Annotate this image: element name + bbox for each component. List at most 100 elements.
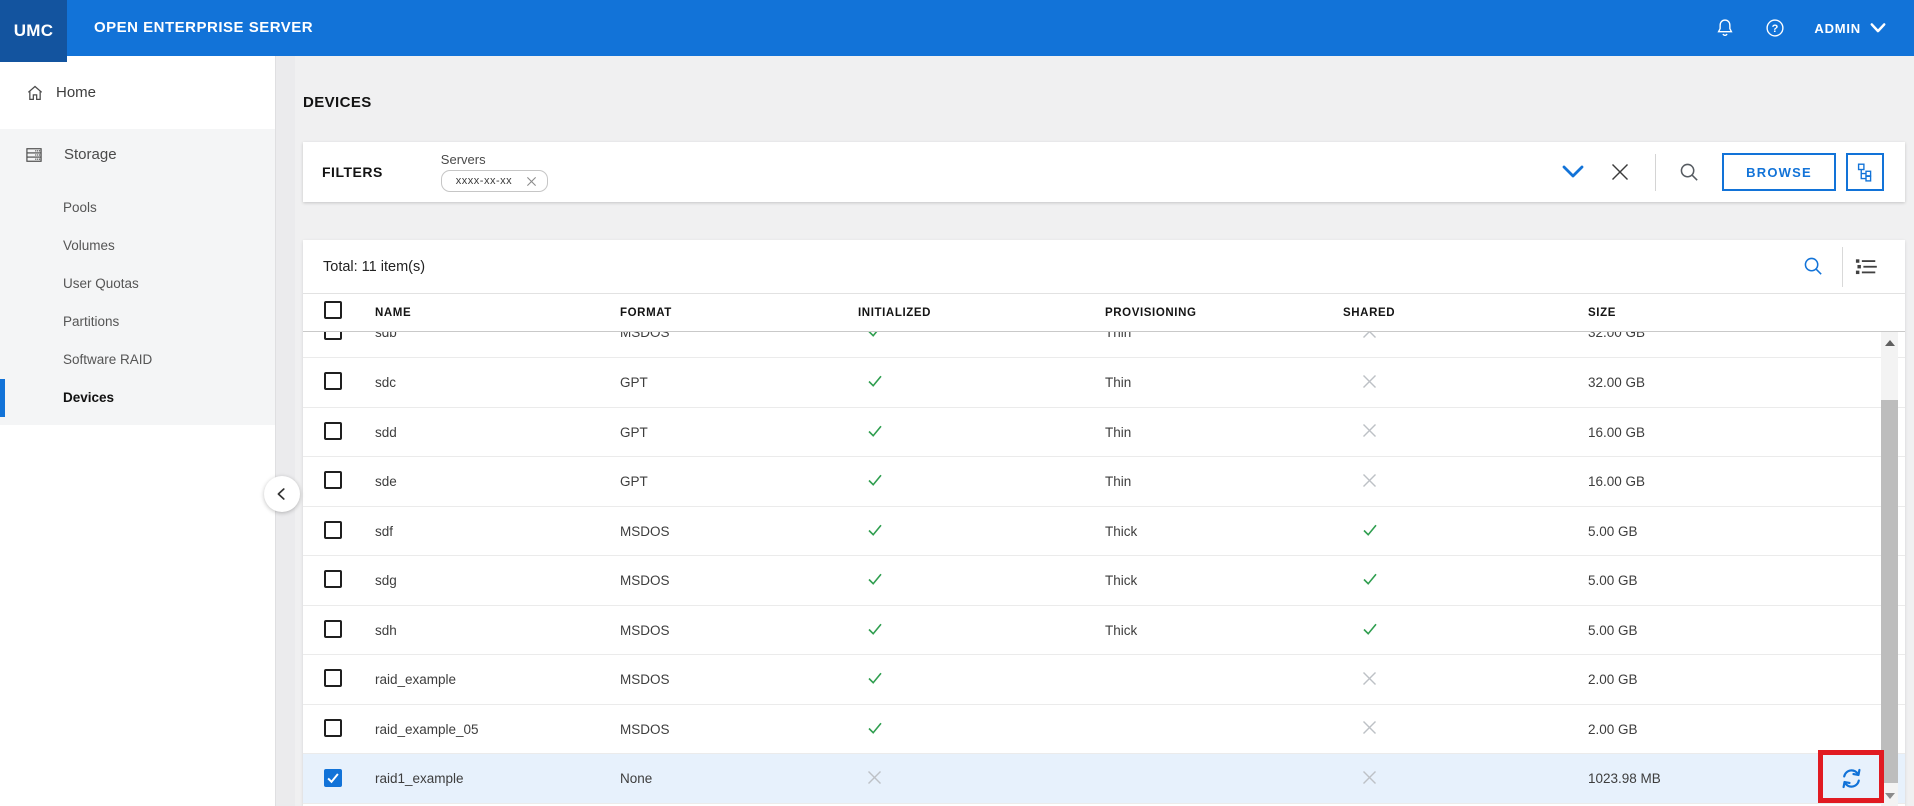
cell-provisioning: Thin bbox=[1105, 332, 1343, 340]
table-scrollbar[interactable] bbox=[1881, 332, 1898, 806]
cell-provisioning: Thin bbox=[1105, 474, 1343, 489]
cell-shared bbox=[1343, 421, 1588, 443]
check-icon bbox=[865, 718, 885, 738]
column-header-initialized[interactable]: INITIALIZED bbox=[858, 307, 1105, 319]
row-checkbox[interactable] bbox=[324, 570, 342, 588]
cell-initialized bbox=[858, 768, 1105, 790]
sidebar-item-home[interactable]: Home bbox=[0, 56, 275, 129]
row-checkbox[interactable] bbox=[324, 422, 342, 440]
check-icon bbox=[325, 770, 341, 786]
x-icon bbox=[1360, 332, 1379, 341]
row-checkbox[interactable] bbox=[324, 521, 342, 539]
filters-clear-icon[interactable] bbox=[1609, 161, 1631, 183]
check-icon bbox=[1360, 569, 1380, 589]
main-content: DEVICES FILTERS Servers xxxx-xx-xx bbox=[295, 56, 1914, 806]
chevron-left-icon bbox=[273, 485, 291, 503]
table-search-icon[interactable] bbox=[1802, 255, 1825, 278]
cell-size: 16.00 GB bbox=[1588, 425, 1905, 440]
cell-name: raid_example_05 bbox=[375, 722, 620, 737]
table-row[interactable]: sdf MSDOS Thick 5.00 GB bbox=[303, 507, 1905, 557]
table-row[interactable]: sdc GPT Thin 32.00 GB bbox=[303, 358, 1905, 408]
cell-size: 2.00 GB bbox=[1588, 722, 1905, 737]
sidebar-collapse-button[interactable] bbox=[264, 476, 300, 512]
cell-size: 5.00 GB bbox=[1588, 524, 1905, 539]
sidebar-item-volumes[interactable]: Volumes bbox=[0, 227, 275, 265]
chip-close-icon[interactable] bbox=[526, 176, 537, 187]
device-tree-button[interactable] bbox=[1846, 153, 1884, 191]
check-icon bbox=[865, 371, 885, 391]
column-header-name[interactable]: NAME bbox=[375, 307, 620, 319]
select-all-checkbox[interactable] bbox=[324, 301, 342, 319]
cell-format: MSDOS bbox=[620, 524, 858, 539]
cell-shared bbox=[1343, 471, 1588, 493]
cell-name: sde bbox=[375, 474, 620, 489]
cell-size: 5.00 GB bbox=[1588, 623, 1905, 638]
row-checkbox[interactable] bbox=[324, 620, 342, 638]
cell-shared bbox=[1343, 619, 1588, 642]
table-row[interactable]: raid1_example None 1023.98 MB bbox=[303, 754, 1905, 804]
sidebar-item-partitions[interactable]: Partitions bbox=[0, 303, 275, 341]
filters-panel: FILTERS Servers xxxx-xx-xx bbox=[303, 142, 1905, 202]
filters-expand-chevron-icon[interactable] bbox=[1561, 164, 1585, 180]
scrollbar-thumb[interactable] bbox=[1881, 400, 1898, 783]
cell-name: sdf bbox=[375, 524, 620, 539]
sidebar-item-pools[interactable]: Pools bbox=[0, 189, 275, 227]
scrollbar-up-button[interactable] bbox=[1881, 332, 1898, 353]
table-row[interactable]: sdg MSDOS Thick 5.00 GB bbox=[303, 556, 1905, 606]
row-checkbox[interactable] bbox=[324, 372, 342, 390]
browse-button[interactable]: BROWSE bbox=[1722, 153, 1836, 191]
scrollbar-down-button[interactable] bbox=[1881, 786, 1898, 806]
help-icon[interactable]: ? bbox=[1764, 17, 1786, 39]
umc-logo[interactable]: UMC bbox=[0, 0, 67, 62]
cell-provisioning: Thick bbox=[1105, 623, 1343, 638]
app-title: OPEN ENTERPRISE SERVER bbox=[94, 0, 313, 56]
x-icon bbox=[1360, 421, 1379, 440]
tree-icon bbox=[1854, 161, 1876, 183]
row-checkbox[interactable] bbox=[324, 471, 342, 489]
column-header-format[interactable]: FORMAT bbox=[620, 307, 858, 319]
triangle-up-icon bbox=[1885, 340, 1895, 346]
column-header-provisioning[interactable]: PROVISIONING bbox=[1105, 307, 1343, 319]
cell-initialized bbox=[858, 569, 1105, 592]
cell-shared bbox=[1343, 768, 1588, 790]
refresh-device-button[interactable] bbox=[1838, 766, 1864, 792]
sidebar: Home Storage PoolsVolumesUser QuotasPart… bbox=[0, 56, 275, 806]
check-icon bbox=[865, 332, 885, 341]
row-checkbox[interactable] bbox=[324, 719, 342, 737]
row-checkbox[interactable] bbox=[324, 332, 342, 340]
table-row[interactable]: sdb MSDOS Thin 32.00 GB bbox=[303, 332, 1905, 358]
sidebar-item-storage[interactable]: Storage bbox=[0, 129, 275, 180]
sidebar-rail bbox=[275, 56, 295, 806]
user-menu[interactable]: ADMIN bbox=[1814, 21, 1886, 36]
column-header-shared[interactable]: SHARED bbox=[1343, 307, 1588, 319]
row-checkbox[interactable] bbox=[324, 669, 342, 687]
sidebar-item-user-quotas[interactable]: User Quotas bbox=[0, 265, 275, 303]
row-checkbox[interactable] bbox=[324, 769, 342, 787]
devices-table-card: Total: 11 item(s) NAM bbox=[303, 240, 1905, 806]
cell-shared bbox=[1343, 372, 1588, 394]
sidebar-item-software-raid[interactable]: Software RAID bbox=[0, 341, 275, 379]
check-icon bbox=[865, 520, 885, 540]
notifications-bell-icon[interactable] bbox=[1714, 17, 1736, 39]
table-row[interactable]: sde GPT Thin 16.00 GB bbox=[303, 457, 1905, 507]
column-header-size[interactable]: SIZE bbox=[1588, 307, 1905, 319]
column-settings-icon[interactable] bbox=[1853, 255, 1878, 278]
table-row[interactable]: sdd GPT Thin 16.00 GB bbox=[303, 408, 1905, 458]
table-toolbar: Total: 11 item(s) bbox=[303, 240, 1905, 294]
cell-format: None bbox=[620, 771, 858, 786]
server-filter-chip[interactable]: xxxx-xx-xx bbox=[441, 170, 548, 192]
table-row[interactable]: raid_example_05 MSDOS 2.00 GB bbox=[303, 705, 1905, 755]
table-row[interactable]: raid_example MSDOS 2.00 GB bbox=[303, 655, 1905, 705]
cell-format: MSDOS bbox=[620, 672, 858, 687]
cell-format: MSDOS bbox=[620, 332, 858, 340]
table-row[interactable]: sdh MSDOS Thick 5.00 GB bbox=[303, 606, 1905, 656]
filters-label: FILTERS bbox=[322, 164, 383, 180]
cell-size: 5.00 GB bbox=[1588, 573, 1905, 588]
sidebar-item-devices[interactable]: Devices bbox=[0, 379, 275, 417]
cell-format: MSDOS bbox=[620, 573, 858, 588]
triangle-down-icon bbox=[1885, 793, 1895, 799]
cell-name: sdc bbox=[375, 375, 620, 390]
cell-format: MSDOS bbox=[620, 722, 858, 737]
cell-size: 32.00 GB bbox=[1588, 332, 1905, 340]
filters-search-icon[interactable] bbox=[1678, 161, 1701, 184]
